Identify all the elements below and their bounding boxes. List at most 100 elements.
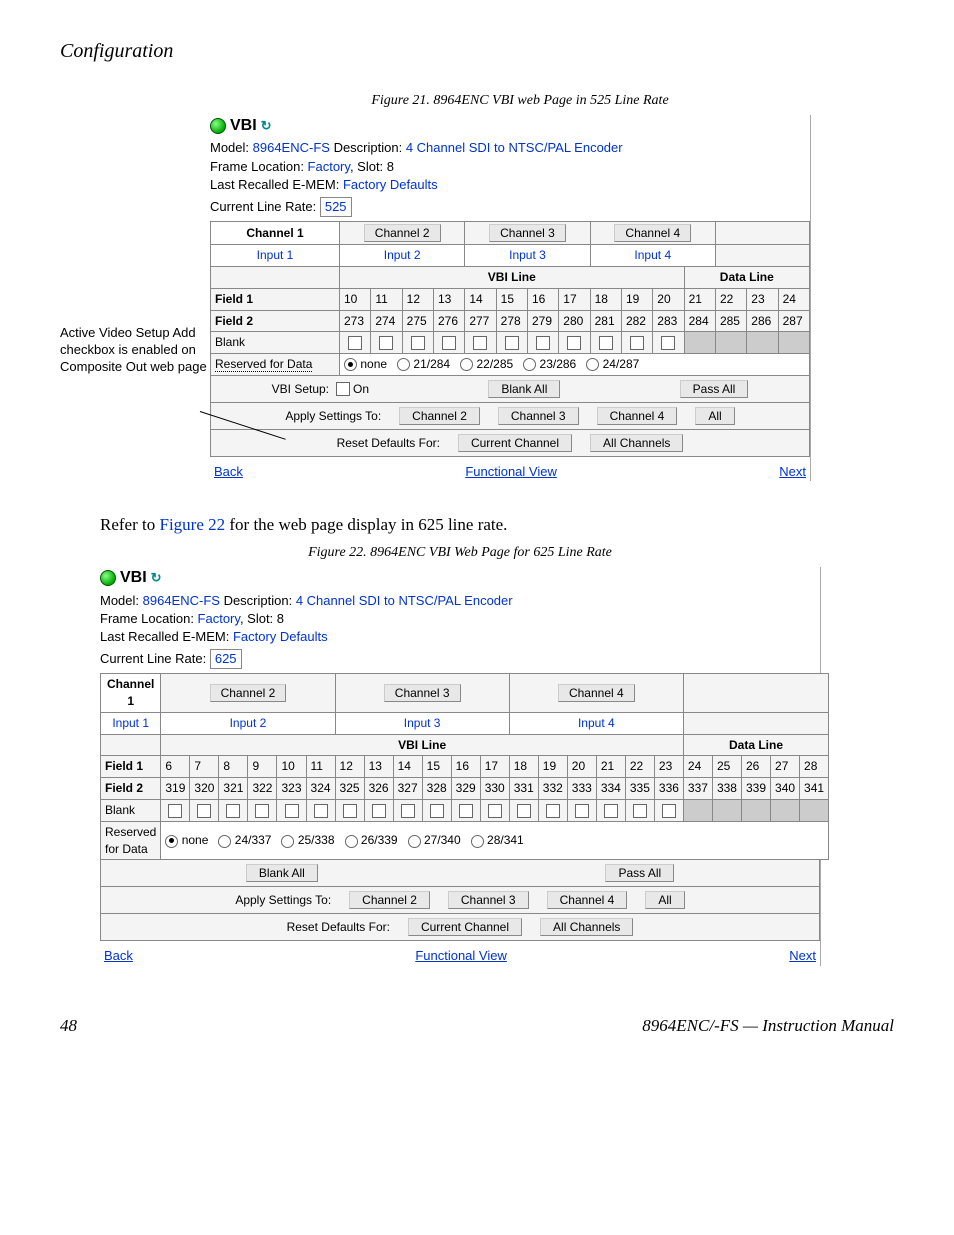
nav-functional-link[interactable]: Functional View bbox=[465, 463, 557, 481]
input-1: Input 1 bbox=[101, 712, 161, 734]
status-dot-icon bbox=[100, 570, 116, 586]
blank-checkbox[interactable] bbox=[505, 336, 519, 350]
blank-all-button[interactable]: Blank All bbox=[488, 380, 560, 398]
page-number: 48 bbox=[60, 1016, 77, 1036]
model-label: Model: bbox=[100, 593, 143, 608]
tab-channel-1[interactable]: Channel 1 bbox=[101, 674, 161, 713]
blank-checkbox[interactable] bbox=[661, 336, 675, 350]
apply-ch3-button[interactable]: Channel 3 bbox=[448, 891, 529, 909]
rate-label: Current Line Rate: bbox=[100, 651, 210, 666]
data-line-header: Data Line bbox=[683, 734, 828, 756]
blank-checkbox[interactable] bbox=[255, 804, 269, 818]
apply-all-button[interactable]: All bbox=[645, 891, 684, 909]
tab-channel-1[interactable]: Channel 1 bbox=[211, 222, 340, 245]
tab-channel-4[interactable]: Channel 4 bbox=[614, 224, 691, 242]
nav-next-link[interactable]: Next bbox=[789, 947, 816, 965]
blank-checkbox[interactable] bbox=[226, 804, 240, 818]
reserved-radio-none[interactable] bbox=[165, 835, 178, 848]
pass-all-button[interactable]: Pass All bbox=[680, 380, 749, 398]
blank-checkbox[interactable] bbox=[599, 336, 613, 350]
reserved-radio[interactable] bbox=[218, 835, 231, 848]
blank-checkbox[interactable] bbox=[575, 804, 589, 818]
tab-channel-3[interactable]: Channel 3 bbox=[489, 224, 566, 242]
tab-channel-2[interactable]: Channel 2 bbox=[210, 684, 287, 702]
apply-ch4-button[interactable]: Channel 4 bbox=[547, 891, 628, 909]
nav-back-link[interactable]: Back bbox=[104, 947, 133, 965]
blank-checkbox[interactable] bbox=[473, 336, 487, 350]
input-3: Input 3 bbox=[335, 712, 509, 734]
reserved-radio-none[interactable] bbox=[344, 358, 357, 371]
reserved-radio[interactable] bbox=[523, 358, 536, 371]
emem-value: Factory Defaults bbox=[233, 629, 328, 644]
reserved-radio[interactable] bbox=[397, 358, 410, 371]
slot-value: 8 bbox=[277, 611, 284, 626]
input-4: Input 4 bbox=[590, 245, 715, 267]
data-line-header: Data Line bbox=[684, 266, 809, 288]
reset-current-button[interactable]: Current Channel bbox=[458, 434, 572, 452]
reserved-radio[interactable] bbox=[586, 358, 599, 371]
blank-checkbox[interactable] bbox=[372, 804, 386, 818]
panel-title: VBI bbox=[230, 115, 257, 137]
nav-next-link[interactable]: Next bbox=[779, 463, 806, 481]
blank-row: Blank bbox=[211, 332, 810, 354]
reserved-radio[interactable] bbox=[345, 835, 358, 848]
apply-label: Apply Settings To: bbox=[235, 892, 331, 909]
apply-all-button[interactable]: All bbox=[695, 407, 734, 425]
input-1: Input 1 bbox=[211, 245, 340, 267]
blank-checkbox[interactable] bbox=[536, 336, 550, 350]
blank-checkbox[interactable] bbox=[314, 804, 328, 818]
blank-checkbox[interactable] bbox=[401, 804, 415, 818]
reserved-radio[interactable] bbox=[460, 358, 473, 371]
blank-checkbox[interactable] bbox=[546, 804, 560, 818]
emem-label: Last Recalled E-MEM: bbox=[210, 177, 343, 192]
blank-checkbox[interactable] bbox=[459, 804, 473, 818]
blank-checkbox[interactable] bbox=[442, 336, 456, 350]
apply-ch3-button[interactable]: Channel 3 bbox=[498, 407, 579, 425]
blank-checkbox[interactable] bbox=[662, 804, 676, 818]
model-value: 8964ENC-FS bbox=[143, 593, 220, 608]
reset-all-button[interactable]: All Channels bbox=[590, 434, 683, 452]
vbi-line-header: VBI Line bbox=[340, 266, 685, 288]
reserved-radio[interactable] bbox=[281, 835, 294, 848]
blank-checkbox[interactable] bbox=[343, 804, 357, 818]
rate-value: 625 bbox=[210, 649, 242, 669]
tab-channel-2[interactable]: Channel 2 bbox=[364, 224, 441, 242]
blank-checkbox[interactable] bbox=[633, 804, 647, 818]
refresh-icon[interactable]: ↻ bbox=[261, 117, 272, 135]
figure22-crossref[interactable]: Figure 22 bbox=[159, 515, 225, 534]
reserved-radio[interactable] bbox=[408, 835, 421, 848]
figure22-caption: Figure 22. 8964ENC VBI Web Page for 625 … bbox=[100, 545, 820, 561]
tab-channel-4[interactable]: Channel 4 bbox=[558, 684, 635, 702]
blank-checkbox[interactable] bbox=[567, 336, 581, 350]
blank-checkbox[interactable] bbox=[604, 804, 618, 818]
blank-checkbox[interactable] bbox=[285, 804, 299, 818]
reserved-radio[interactable] bbox=[471, 835, 484, 848]
vbi-setup-checkbox[interactable] bbox=[336, 382, 350, 396]
tab-channel-3[interactable]: Channel 3 bbox=[384, 684, 461, 702]
blank-checkbox[interactable] bbox=[488, 804, 502, 818]
input-2: Input 2 bbox=[161, 712, 335, 734]
blank-checkbox[interactable] bbox=[348, 336, 362, 350]
vbi-setup-label: VBI Setup: bbox=[272, 382, 329, 396]
nav-functional-link[interactable]: Functional View bbox=[415, 947, 507, 965]
blank-checkbox[interactable] bbox=[630, 336, 644, 350]
frame-label: Frame Location: bbox=[100, 611, 198, 626]
pass-all-button[interactable]: Pass All bbox=[605, 864, 674, 882]
blank-checkbox[interactable] bbox=[430, 804, 444, 818]
apply-ch2-button[interactable]: Channel 2 bbox=[399, 407, 480, 425]
input-2: Input 2 bbox=[340, 245, 465, 267]
desc-label: Description: bbox=[220, 593, 296, 608]
blank-checkbox[interactable] bbox=[168, 804, 182, 818]
nav-back-link[interactable]: Back bbox=[214, 463, 243, 481]
reset-all-button[interactable]: All Channels bbox=[540, 918, 633, 936]
refresh-icon[interactable]: ↻ bbox=[151, 569, 162, 587]
blank-all-button[interactable]: Blank All bbox=[246, 864, 318, 882]
reset-current-button[interactable]: Current Channel bbox=[408, 918, 522, 936]
apply-ch2-button[interactable]: Channel 2 bbox=[349, 891, 430, 909]
blank-checkbox[interactable] bbox=[411, 336, 425, 350]
desc-value: 4 Channel SDI to NTSC/PAL Encoder bbox=[296, 593, 513, 608]
blank-checkbox[interactable] bbox=[517, 804, 531, 818]
blank-checkbox[interactable] bbox=[197, 804, 211, 818]
apply-ch4-button[interactable]: Channel 4 bbox=[597, 407, 678, 425]
blank-checkbox[interactable] bbox=[379, 336, 393, 350]
